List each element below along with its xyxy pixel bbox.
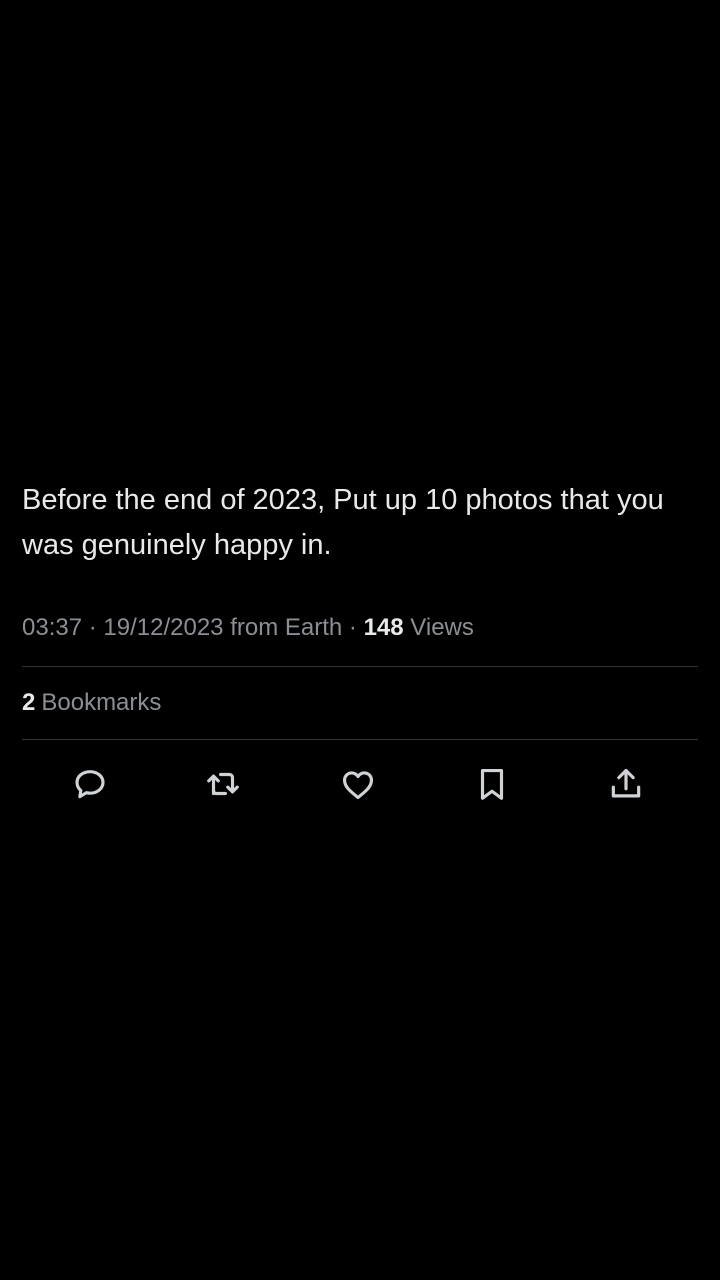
tweet-metadata: 03:37 · 19/12/2023 from Earth · 148 View… — [22, 612, 698, 644]
bookmarks-stat[interactable]: 2 Bookmarks — [22, 667, 698, 739]
meta-separator: · — [348, 614, 357, 641]
tweet-action-bar — [22, 758, 698, 810]
like-button[interactable] — [336, 758, 380, 810]
bookmark-icon — [480, 768, 504, 800]
tweet-text: Before the end of 2023, Put up 10 photos… — [22, 484, 664, 561]
retweet-icon — [207, 772, 239, 796]
tweet-time[interactable]: 03:37 — [22, 614, 82, 641]
reply-button[interactable] — [68, 758, 112, 810]
bookmark-button[interactable] — [470, 758, 514, 810]
views-label: Views — [410, 614, 474, 641]
bookmarks-count: 2 — [22, 689, 36, 716]
tweet-detail: Before the end of 2023, Put up 10 photos… — [22, 478, 698, 740]
retweet-button[interactable] — [201, 758, 245, 810]
divider — [22, 739, 698, 740]
views-count: 148 — [363, 614, 404, 641]
share-button[interactable] — [604, 758, 648, 810]
tweet-source: from Earth — [230, 614, 343, 641]
like-icon — [342, 771, 374, 800]
meta-separator: · — [88, 614, 97, 641]
share-icon — [611, 768, 641, 798]
reply-icon — [75, 770, 105, 799]
bookmarks-label: Bookmarks — [41, 689, 162, 716]
tweet-date[interactable]: 19/12/2023 — [103, 614, 223, 641]
